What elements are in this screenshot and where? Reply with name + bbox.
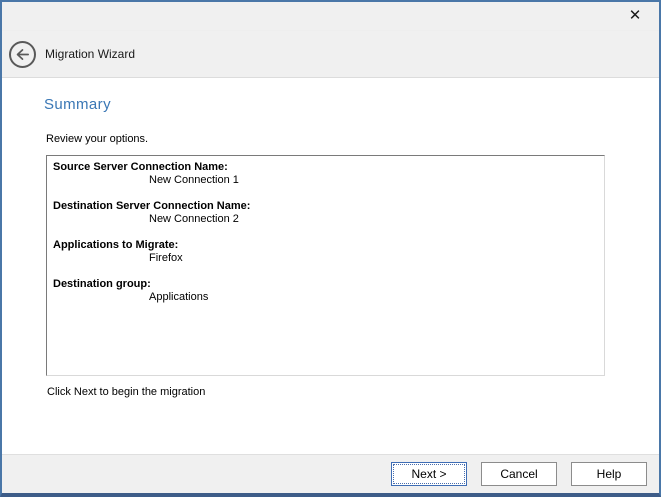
summary-entry-value: Applications bbox=[53, 291, 598, 304]
summary-entry-label: Source Server Connection Name: bbox=[53, 161, 598, 174]
wizard-header: Migration Wizard bbox=[2, 31, 659, 78]
next-button[interactable]: Next > bbox=[391, 462, 467, 486]
button-bar: Next > Cancel Help bbox=[2, 454, 659, 493]
page-title: Summary bbox=[44, 96, 659, 113]
summary-entry-label: Applications to Migrate: bbox=[53, 239, 598, 252]
cancel-button[interactable]: Cancel bbox=[481, 462, 557, 486]
titlebar: ✕ bbox=[2, 2, 659, 31]
summary-entry: Destination Server Connection Name: New … bbox=[53, 200, 598, 226]
back-arrow-icon bbox=[14, 46, 31, 63]
summary-entry: Source Server Connection Name: New Conne… bbox=[53, 161, 598, 187]
summary-entry-value: New Connection 1 bbox=[53, 174, 598, 187]
wizard-title: Migration Wizard bbox=[45, 47, 135, 61]
summary-box: Source Server Connection Name: New Conne… bbox=[46, 155, 605, 376]
help-button[interactable]: Help bbox=[571, 462, 647, 486]
page-subtitle: Review your options. bbox=[46, 133, 659, 145]
summary-entry: Destination group: Applications bbox=[53, 278, 598, 304]
footnote: Click Next to begin the migration bbox=[47, 386, 659, 398]
summary-entry-label: Destination group: bbox=[53, 278, 598, 291]
content-area: Summary Review your options. Source Serv… bbox=[2, 78, 659, 454]
summary-entry: Applications to Migrate: Firefox bbox=[53, 239, 598, 265]
close-icon: ✕ bbox=[629, 7, 642, 24]
close-button[interactable]: ✕ bbox=[619, 4, 651, 28]
summary-entry-value: New Connection 2 bbox=[53, 213, 598, 226]
summary-entry-value: Firefox bbox=[53, 252, 598, 265]
summary-entry-label: Destination Server Connection Name: bbox=[53, 200, 598, 213]
back-button[interactable] bbox=[9, 41, 36, 68]
migration-wizard-window: ✕ Migration Wizard Summary Review your o… bbox=[0, 0, 661, 497]
